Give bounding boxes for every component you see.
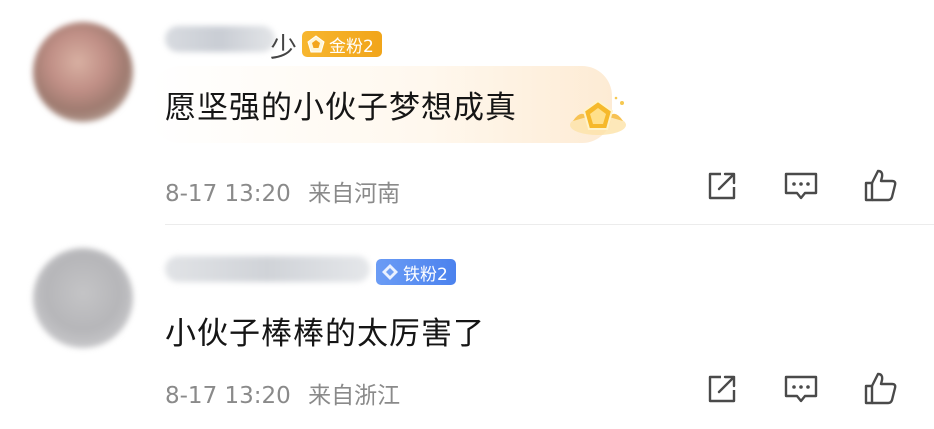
comment-date: 8-17 13:20 [165,181,291,207]
like-icon [864,169,897,202]
gold-pentagon-icon [307,35,325,53]
diamond-icon [382,264,398,280]
username-tail[interactable]: 少 [270,26,297,65]
comment-meta: 8-17 13:20 来自浙江 [165,376,400,410]
avatar[interactable] [33,248,133,348]
reply-icon [784,172,818,200]
share-button[interactable] [702,369,742,409]
comment-meta: 8-17 13:20 来自河南 [165,174,400,208]
fan-badge[interactable]: 铁粉2 [376,259,456,285]
comment-item: 少 金粉2 愿坚强的小伙子梦想成真 8-17 13:20 来自河南 [0,0,934,224]
share-button[interactable] [702,166,742,206]
badge-label: 金粉2 [329,36,374,57]
avatar[interactable] [33,22,133,122]
badge-label: 铁粉2 [403,264,448,285]
comment-location: 来自浙江 [308,383,401,409]
like-button[interactable] [860,166,900,206]
comment-item: 铁粉2 小伙子棒棒的太厉害了 8-17 13:20 来自浙江 [0,226,934,429]
share-icon [708,375,736,403]
fan-badge[interactable]: 金粉2 [302,31,382,57]
share-icon [708,172,736,200]
gold-fan-emblem-icon [570,96,626,135]
comment-divider [165,224,934,225]
username-blurred[interactable] [165,256,370,282]
comment-date: 8-17 13:20 [165,383,291,409]
comment-text: 愿坚强的小伙子梦想成真 [165,90,517,126]
like-button[interactable] [860,369,900,409]
reply-icon [784,375,818,403]
reply-button[interactable] [781,166,821,206]
reply-button[interactable] [781,369,821,409]
username-blurred[interactable] [165,26,275,52]
like-icon [864,372,897,405]
comment-location: 来自河南 [308,181,401,207]
comment-text: 小伙子棒棒的太厉害了 [165,316,485,352]
